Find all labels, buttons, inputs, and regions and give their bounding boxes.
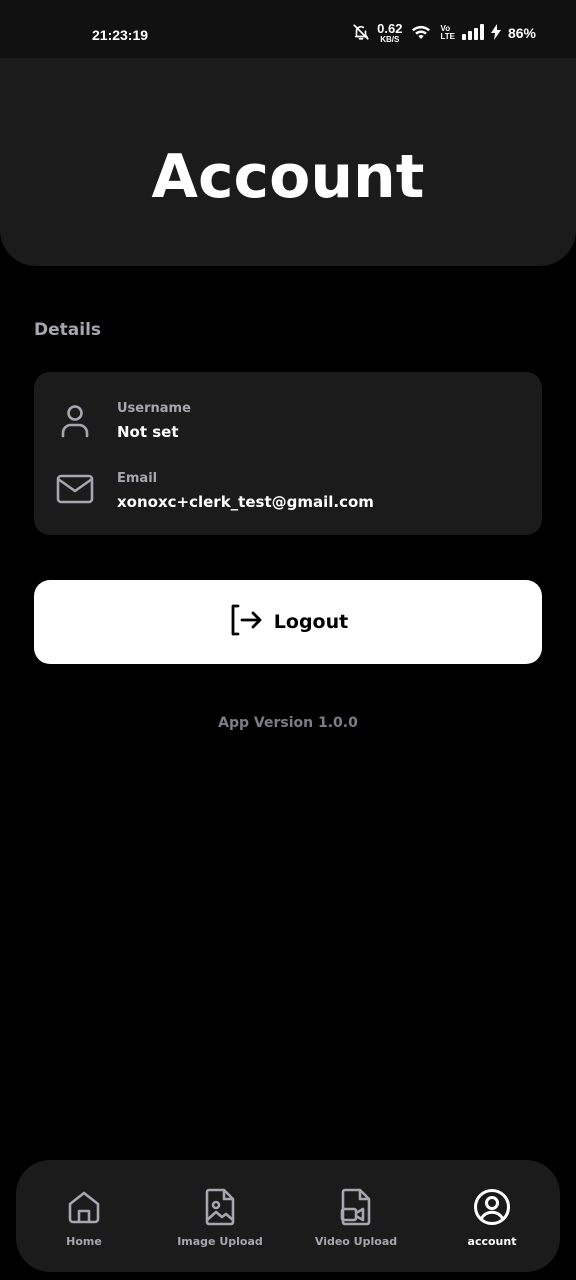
nav-video-upload[interactable]: Video Upload	[288, 1160, 424, 1272]
details-card: Username Not set Email xonoxc+clerk_test…	[34, 372, 542, 535]
email-row: Email xonoxc+clerk_test@gmail.com	[34, 468, 542, 528]
nav-home[interactable]: Home	[16, 1160, 152, 1272]
section-title-details: Details	[34, 320, 102, 340]
username-row: Username Not set	[34, 398, 542, 458]
nav-video-upload-label: Video Upload	[314, 1235, 398, 1248]
app-version: App Version 1.0.0	[218, 715, 358, 731]
net-speed-unit: KB/S	[380, 35, 400, 44]
status-time: 21:23:19	[92, 27, 149, 43]
home-icon	[66, 1188, 102, 1226]
status-icons: 0.62 KB/S Vo LTE 86%	[352, 22, 536, 44]
volte-indicator: Vo LTE	[440, 25, 455, 41]
email-value: xonoxc+clerk_test@gmail.com	[117, 493, 374, 511]
mail-icon	[56, 472, 94, 510]
bottom-nav: Home Image Upload Video Upload account	[16, 1160, 560, 1272]
status-bar: 21:23:19 0.62 KB/S Vo LTE 86%	[0, 0, 576, 58]
net-speed: 0.62 KB/S	[377, 22, 402, 44]
battery-level: 86%	[507, 25, 536, 41]
logout-button[interactable]: Logout	[34, 580, 542, 664]
username-label: Username	[117, 401, 191, 416]
image-file-icon	[203, 1188, 237, 1226]
nav-account-label: account	[467, 1235, 517, 1248]
user-circle-icon	[473, 1188, 511, 1226]
nav-home-label: Home	[66, 1235, 102, 1248]
mute-bell-icon	[352, 23, 370, 44]
user-icon	[56, 402, 94, 444]
nav-image-upload-label: Image Upload	[177, 1235, 263, 1248]
username-value: Not set	[117, 423, 179, 441]
net-speed-value: 0.62	[377, 21, 403, 36]
charging-bolt-icon	[490, 23, 501, 43]
nav-account[interactable]: account	[424, 1160, 560, 1272]
email-label: Email	[117, 471, 158, 486]
volte-bottom: LTE	[440, 32, 455, 41]
logout-label: Logout	[273, 611, 349, 633]
page-title: Account	[151, 142, 425, 212]
wifi-icon	[409, 23, 433, 44]
nav-image-upload[interactable]: Image Upload	[152, 1160, 288, 1272]
video-file-icon	[339, 1188, 373, 1226]
signal-icon	[461, 23, 484, 43]
logout-icon	[228, 603, 262, 642]
